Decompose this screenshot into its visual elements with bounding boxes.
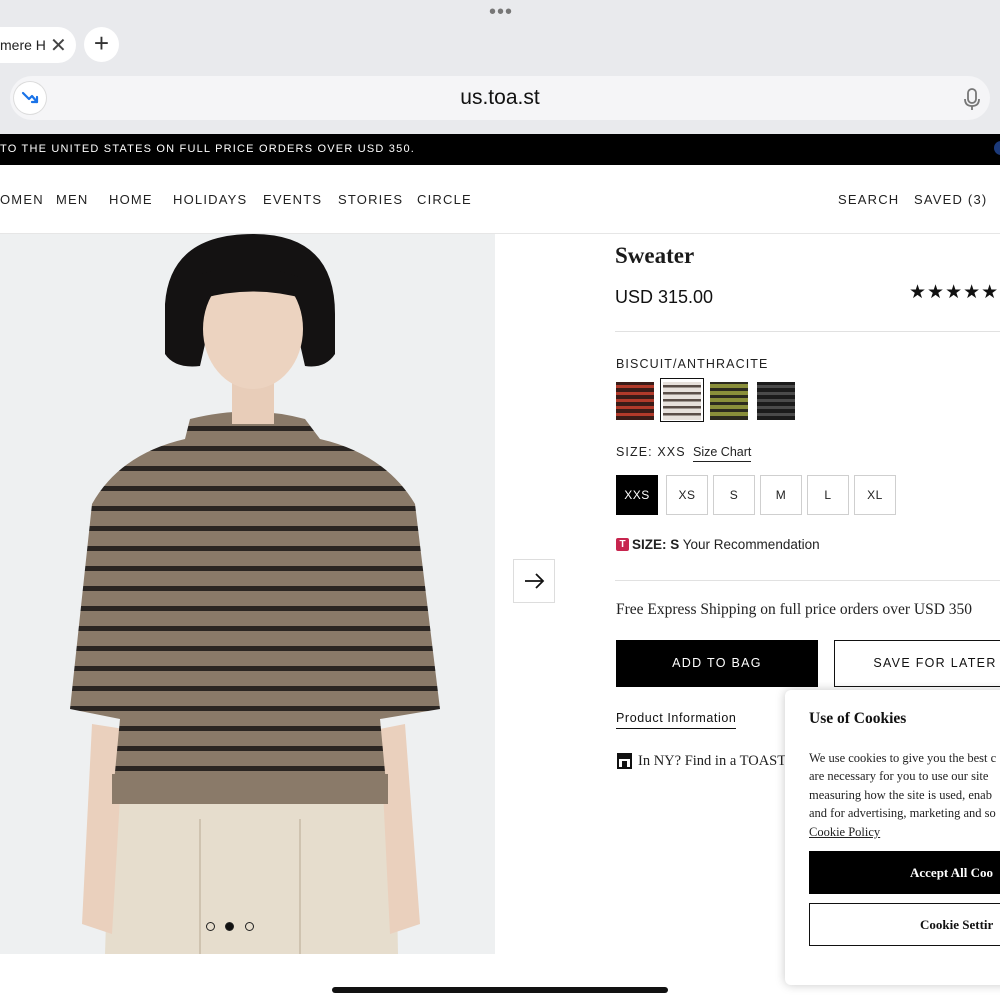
store-finder-link[interactable]: In NY? Find in a TOAST xyxy=(638,753,786,770)
size-xxs-button[interactable]: XXS xyxy=(616,475,658,515)
next-image-button[interactable] xyxy=(513,559,555,603)
nav-item-stories[interactable]: STORIES xyxy=(338,192,403,207)
swatch-olive[interactable] xyxy=(710,382,748,420)
store-icon xyxy=(616,752,633,774)
size-chart-link[interactable]: Size Chart xyxy=(693,445,752,462)
product-price: USD 315.00 xyxy=(615,287,714,307)
search-link[interactable]: SEARCH xyxy=(838,192,899,207)
recommendation-badge-icon: T xyxy=(616,538,629,551)
cookie-policy-link[interactable]: Cookie Policy xyxy=(809,825,880,840)
saved-link[interactable]: SAVED (3) xyxy=(914,192,987,207)
tab-title: mere H xyxy=(0,37,46,53)
nav-item-circle[interactable]: CIRCLE xyxy=(417,192,472,207)
size-s-button[interactable]: S xyxy=(713,475,755,515)
close-icon[interactable]: ✕ xyxy=(50,33,67,58)
plus-icon[interactable]: + xyxy=(84,27,119,62)
size-recommendation[interactable]: SIZE: S Your Recommendation xyxy=(632,537,820,552)
color-name: BISCUIT/ANTHRACITE xyxy=(616,357,769,371)
nav-item-home[interactable]: HOME xyxy=(109,192,153,207)
swatch-black[interactable] xyxy=(757,382,795,420)
swatch-biscuit-anthracite[interactable] xyxy=(663,382,701,420)
save-for-later-button[interactable]: SAVE FOR LATER xyxy=(834,640,1000,687)
size-l-button[interactable]: L xyxy=(807,475,849,515)
size-xl-button[interactable]: XL xyxy=(854,475,896,515)
nav-item-events[interactable]: EVENTS xyxy=(263,192,322,207)
carousel-dot-1[interactable] xyxy=(206,922,215,931)
recommendation-label: Your Recommendation xyxy=(679,537,820,552)
url-text[interactable]: us.toa.st xyxy=(0,86,1000,110)
swatch-red[interactable] xyxy=(616,382,654,420)
cookie-text-line: and for advertising, marketing and so xyxy=(809,806,996,820)
size-xs-button[interactable]: XS xyxy=(666,475,708,515)
arrow-right-icon xyxy=(525,573,545,589)
add-to-bag-button[interactable]: ADD TO BAG xyxy=(616,640,818,687)
rating-stars[interactable]: ★★★★★ xyxy=(909,281,999,304)
product-information-link[interactable]: Product Information xyxy=(616,711,737,729)
cookie-text-line: are necessary for you to use our site xyxy=(809,769,989,783)
accept-all-cookies-button[interactable]: Accept All Coo xyxy=(809,851,1000,894)
recommended-size: SIZE: S xyxy=(632,537,680,552)
cookie-text-line: measuring how the site is used, enab xyxy=(809,788,992,802)
microphone-icon[interactable] xyxy=(963,88,981,117)
size-m-button[interactable]: M xyxy=(760,475,802,515)
nav-item-holidays[interactable]: HOLIDAYS xyxy=(173,192,247,207)
more-dots-icon[interactable]: ••• xyxy=(489,2,513,22)
cookie-title: Use of Cookies xyxy=(809,710,907,727)
cookie-settings-button[interactable]: Cookie Settir xyxy=(809,903,1000,946)
nav-item-men[interactable]: MEN xyxy=(56,192,89,207)
carousel-dot-3[interactable] xyxy=(245,922,254,931)
product-image[interactable] xyxy=(0,234,495,954)
cookie-text-line: We use cookies to give you the best c xyxy=(809,751,997,765)
size-label: SIZE: XXS xyxy=(616,445,686,459)
carousel-dot-2[interactable] xyxy=(225,922,234,931)
divider xyxy=(615,331,1000,332)
home-indicator[interactable] xyxy=(332,987,668,993)
product-title: Sweater xyxy=(615,243,695,268)
nav-item-women[interactable]: OMEN xyxy=(0,192,44,207)
promo-text: TO THE UNITED STATES ON FULL PRICE ORDER… xyxy=(0,143,416,155)
shipping-info: Free Express Shipping on full price orde… xyxy=(616,601,973,618)
divider xyxy=(615,580,1000,581)
